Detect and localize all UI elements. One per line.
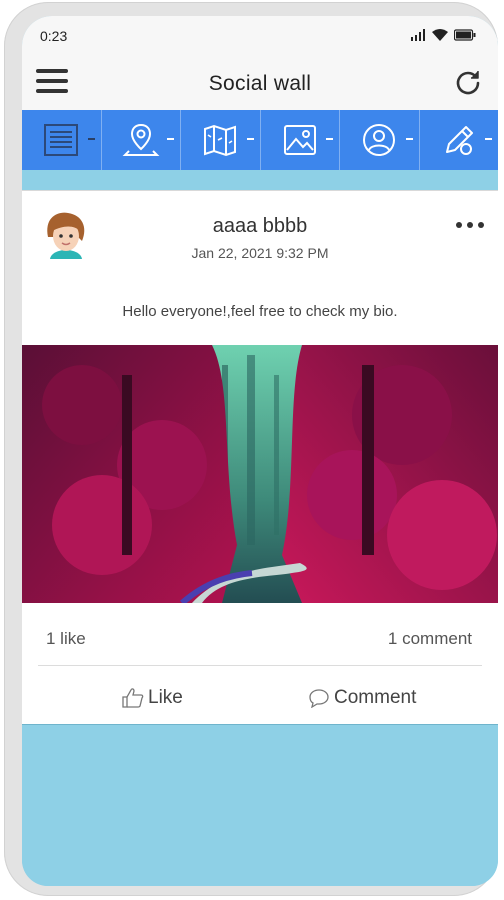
device-frame: 0:23 Social wall aaaa bbbb Jan 22, 2021 … (4, 2, 498, 896)
status-icons (410, 29, 476, 41)
location-pin-icon (122, 123, 160, 156)
page-title: Social wall (208, 72, 312, 95)
post-image[interactable] (22, 345, 498, 603)
like-label: Like (148, 687, 183, 708)
more-options-icon[interactable] (456, 215, 484, 235)
post-caption: Hello everyone!,feel free to check my bi… (122, 303, 398, 320)
post-date: Jan 22, 2021 9:32 PM (191, 245, 329, 261)
battery-icon (454, 29, 476, 41)
comment-bubble-icon (309, 689, 329, 708)
edit-pencil-icon (445, 126, 473, 155)
refresh-icon[interactable] (454, 68, 482, 96)
comment-label: Comment (334, 687, 417, 708)
app-bar: Social wall (22, 56, 498, 110)
post-card: aaaa bbbb Jan 22, 2021 9:32 PM Hello eve… (22, 190, 498, 725)
feed-background (22, 724, 498, 886)
post-author-name[interactable]: aaaa bbbb (22, 215, 498, 238)
status-time: 0:23 (40, 28, 68, 44)
tab-gallery[interactable] (261, 110, 340, 170)
news-feed-icon (44, 124, 79, 156)
map-icon (204, 124, 237, 157)
tab-map[interactable] (181, 110, 261, 170)
tab-edit[interactable] (420, 110, 499, 170)
like-count[interactable]: 1 like (46, 629, 86, 649)
thumbs-up-icon (122, 688, 144, 708)
tab-profile[interactable] (340, 110, 420, 170)
signal-icon (411, 29, 425, 41)
app-screen: 0:23 Social wall aaaa bbbb Jan 22, 2021 … (22, 16, 498, 886)
comment-button[interactable]: Comment (308, 687, 416, 709)
like-button[interactable]: Like (122, 687, 183, 709)
tab-bar (22, 110, 498, 170)
status-bar: 0:23 (22, 16, 498, 56)
profile-icon (363, 124, 396, 156)
wifi-icon (432, 29, 448, 41)
tab-news-feed[interactable] (22, 110, 102, 170)
divider (38, 665, 482, 666)
comment-count[interactable]: 1 comment (388, 629, 472, 649)
tab-location[interactable] (102, 110, 181, 170)
gallery-icon (283, 125, 316, 155)
